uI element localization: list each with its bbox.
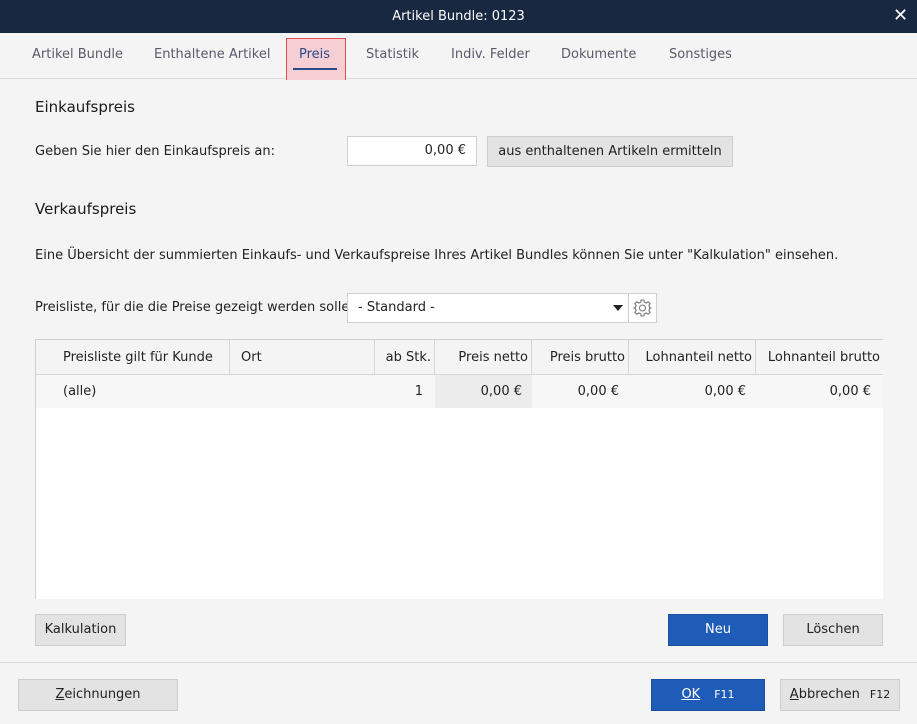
active-tab-indicator [293, 68, 337, 70]
tab-preis[interactable]: Preis [299, 33, 330, 79]
cell-kunde: (alle) [63, 384, 97, 399]
ok-button[interactable]: OK F11 [651, 679, 765, 711]
ermitteln-button[interactable]: aus enthaltenen Artikeln ermitteln [487, 136, 733, 167]
header-ab-stk[interactable]: ab Stk. [375, 340, 435, 375]
preisliste-select[interactable]: - Standard - [347, 293, 629, 323]
preisliste-select-value: - Standard - [358, 300, 435, 315]
tab-bar: Artikel Bundle Enthaltene Artikel Preis … [0, 33, 917, 84]
table-header: Preisliste gilt für Kunde Ort ab Stk. Pr… [36, 340, 883, 375]
header-preis-netto[interactable]: Preis netto [435, 340, 532, 375]
header-preis-brutto[interactable]: Preis brutto [532, 340, 629, 375]
tab-enthaltene-artikel[interactable]: Enthaltene Artikel [154, 33, 270, 79]
cell-preis-brutto: 0,00 € [577, 384, 619, 399]
preis-table: Preisliste gilt für Kunde Ort ab Stk. Pr… [35, 339, 883, 599]
loeschen-button[interactable]: Löschen [783, 614, 883, 646]
preisliste-settings-button[interactable] [628, 293, 657, 323]
einkaufspreis-input[interactable]: 0,00 € [347, 136, 477, 166]
kalkulation-button[interactable]: Kalkulation [35, 614, 126, 646]
header-ort[interactable]: Ort [230, 340, 375, 375]
zeichnungen-button[interactable]: Zeichnungen [18, 679, 178, 711]
footer-bar: Zeichnungen OK F11 Abbrechen F12 [0, 662, 917, 724]
tab-statistik[interactable]: Statistik [366, 33, 419, 79]
chevron-down-icon [613, 305, 623, 311]
ok-label: OK [681, 687, 701, 702]
preisliste-label: Preisliste, für die die Preise gezeigt w… [35, 300, 362, 315]
tab-dokumente[interactable]: Dokumente [561, 33, 636, 79]
abbrechen-button[interactable]: Abbrechen F12 [780, 679, 900, 711]
close-icon[interactable]: ✕ [884, 0, 917, 33]
zeichnungen-mnemonic: Z [55, 687, 65, 702]
window-title: Artikel Bundle: 0123 [392, 9, 525, 24]
abbrechen-mnemonic: A [789, 687, 799, 702]
ok-shortcut: F11 [714, 688, 735, 701]
cell-ort [230, 375, 375, 408]
verkaufspreis-title: Verkaufspreis [35, 200, 137, 218]
title-bar: Artikel Bundle: 0123 ✕ [0, 0, 917, 33]
header-kunde[interactable]: Preisliste gilt für Kunde [36, 340, 230, 375]
header-lohnanteil-netto[interactable]: Lohnanteil netto [629, 340, 756, 375]
main-content: Einkaufspreis Geben Sie hier den Einkauf… [0, 80, 917, 662]
neu-button[interactable]: Neu [668, 614, 768, 646]
abbrechen-label: bbrechen [798, 687, 860, 702]
tab-sonstiges[interactable]: Sonstiges [669, 33, 732, 79]
header-lohnanteil-brutto[interactable]: Lohnanteil brutto [756, 340, 883, 375]
cell-lohnanteil-brutto: 0,00 € [829, 384, 871, 399]
table-row[interactable]: (alle) 1 0,00 € 0,00 € 0,00 € 0,00 € [36, 375, 883, 408]
tab-indiv-felder[interactable]: Indiv. Felder [451, 33, 530, 79]
einkaufspreis-title: Einkaufspreis [35, 98, 135, 116]
gear-icon [633, 299, 652, 317]
abbrechen-shortcut: F12 [869, 688, 891, 701]
zeichnungen-label: eichnungen [64, 687, 141, 702]
tab-artikel-bundle[interactable]: Artikel Bundle [32, 33, 123, 79]
verkaufspreis-info: Eine Übersicht der summierten Einkaufs- … [35, 248, 839, 263]
cell-preis-netto: 0,00 € [435, 375, 532, 408]
einkaufspreis-label: Geben Sie hier den Einkaufspreis an: [35, 144, 275, 159]
cell-lohnanteil-netto: 0,00 € [704, 384, 746, 399]
cell-ab-stk: 1 [414, 384, 423, 399]
